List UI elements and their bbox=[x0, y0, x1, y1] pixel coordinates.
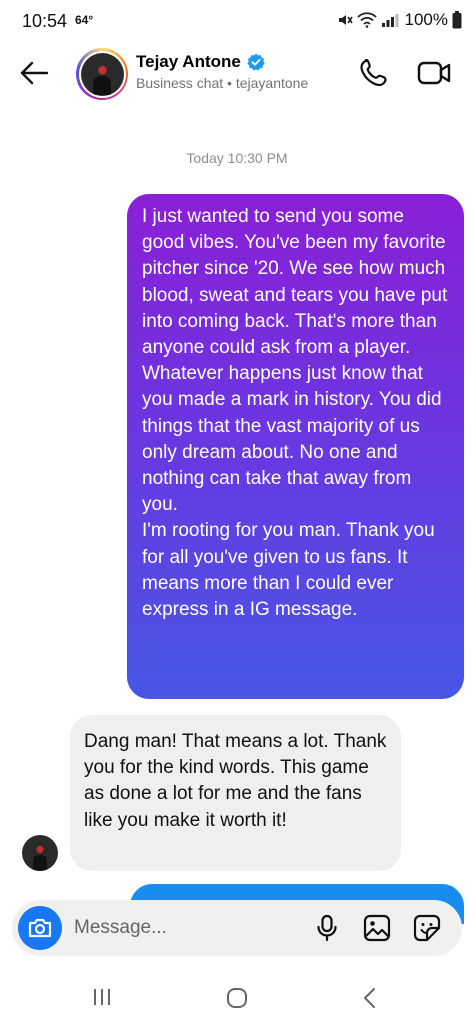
battery-icon bbox=[452, 11, 462, 29]
outgoing-message-bubble[interactable]: I just wanted to send you some good vibe… bbox=[127, 194, 464, 699]
sticker-button[interactable] bbox=[412, 913, 442, 943]
system-navigation-bar bbox=[0, 956, 474, 1027]
phone-icon bbox=[360, 58, 387, 87]
outgoing-message-paragraph: I'm rooting for you man. Thank you for a… bbox=[142, 520, 435, 621]
contact-avatar[interactable] bbox=[76, 48, 128, 100]
chevron-left-icon bbox=[364, 988, 375, 1008]
signal-icon bbox=[381, 14, 399, 27]
camera-button[interactable] bbox=[18, 906, 62, 950]
avatar-image bbox=[80, 52, 124, 96]
sticker-icon bbox=[413, 914, 441, 942]
sender-avatar[interactable] bbox=[22, 835, 58, 871]
contact-name-row[interactable]: Tejay Antone bbox=[136, 52, 265, 72]
image-gallery-icon bbox=[363, 914, 391, 942]
battery-percent: 100% bbox=[404, 10, 448, 29]
recent-apps-button[interactable] bbox=[90, 988, 114, 1006]
home-icon bbox=[227, 988, 247, 1008]
incoming-message-text: Dang man! That means a lot. Thank you fo… bbox=[84, 731, 387, 831]
microphone-icon bbox=[317, 914, 337, 942]
back-button[interactable] bbox=[16, 58, 52, 88]
status-icons: 100% bbox=[337, 10, 462, 30]
status-bar: 10:54 64° 100% bbox=[0, 0, 474, 44]
verified-badge-icon bbox=[247, 53, 265, 71]
chat-header: Tejay Antone Business chat • tejayantone bbox=[0, 44, 474, 104]
recent-apps-icon bbox=[94, 989, 110, 1005]
contact-name: Tejay Antone bbox=[136, 52, 241, 71]
message-input[interactable] bbox=[74, 914, 294, 942]
home-button[interactable] bbox=[226, 987, 248, 1009]
message-timestamp: Today 10:30 PM bbox=[186, 150, 288, 166]
arrow-left-icon bbox=[20, 61, 49, 85]
incoming-message-bubble[interactable]: Dang man! That means a lot. Thank you fo… bbox=[70, 715, 401, 871]
call-button[interactable] bbox=[357, 56, 391, 90]
outgoing-message-paragraph: I just wanted to send you some good vibe… bbox=[142, 206, 448, 516]
voice-message-button[interactable] bbox=[312, 913, 342, 943]
video-camera-icon bbox=[417, 61, 451, 85]
contact-subtitle: Business chat • tejayantone bbox=[136, 75, 309, 91]
system-back-button[interactable] bbox=[360, 986, 380, 1010]
camera-icon bbox=[28, 918, 52, 938]
gallery-button[interactable] bbox=[362, 913, 392, 943]
message-composer bbox=[12, 900, 462, 956]
status-time: 10:54 bbox=[22, 11, 68, 31]
status-temperature: 64° bbox=[75, 13, 94, 27]
mute-icon bbox=[338, 15, 353, 25]
wifi-icon bbox=[356, 12, 377, 28]
video-call-button[interactable] bbox=[416, 56, 454, 90]
